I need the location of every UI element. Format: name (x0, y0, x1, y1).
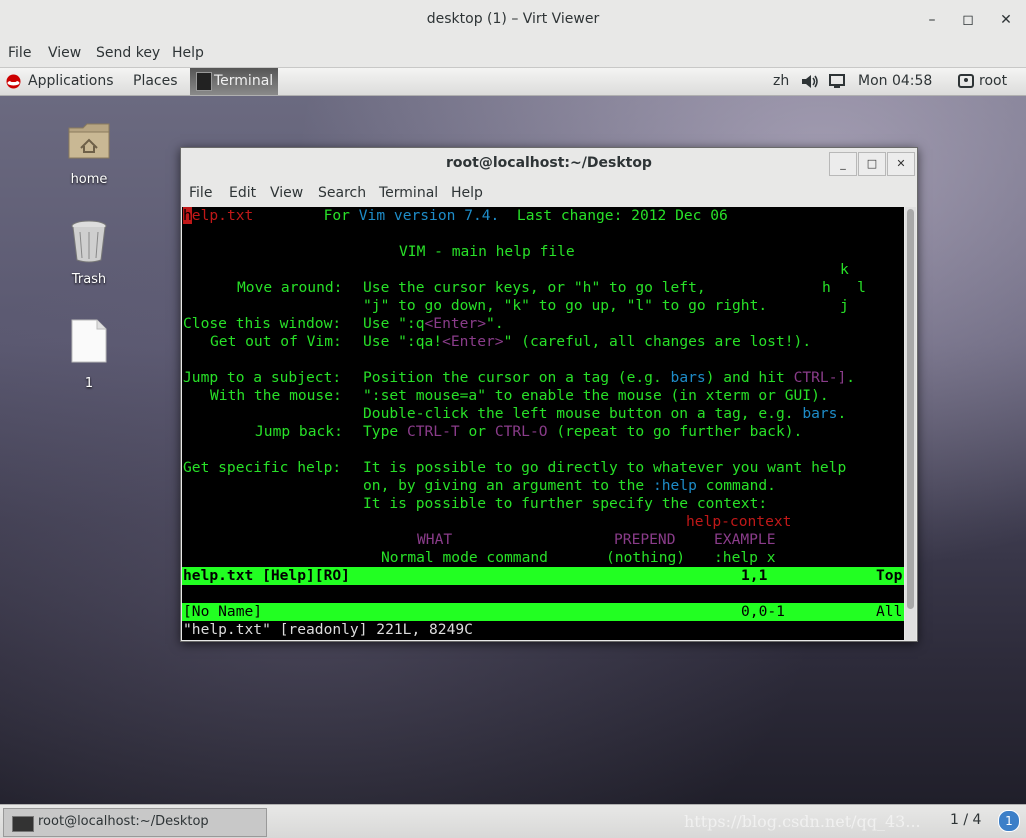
status-scroll: All (876, 603, 903, 620)
vim-line-12-text: Double-click the left mouse button on a … (363, 405, 847, 422)
volume-icon[interactable] (801, 74, 819, 89)
terminal-menu-help[interactable]: Help (451, 185, 483, 201)
vim-line-8-label: Get out of Vim: (210, 333, 342, 350)
vim-line-13-text: Type CTRL-T or CTRL-O (repeat to go furt… (363, 423, 803, 440)
desktop-icon-label: Trash (71, 272, 107, 287)
menu-send-key[interactable]: Send key (96, 45, 160, 61)
menu-help[interactable]: Help (172, 45, 204, 61)
virt-viewer-menubar: File View Send key Help (0, 40, 1026, 68)
minimize-button[interactable]: – (922, 10, 942, 30)
vim-line-8-text: Use ":qa!<Enter>" (careful, all changes … (363, 333, 812, 350)
vim-line-10-label: Jump to a subject: (183, 369, 342, 386)
terminal-menu-search[interactable]: Search (318, 185, 366, 201)
vim-line-3: VIM - main help file (399, 243, 575, 260)
notification-badge[interactable]: 1 (998, 810, 1020, 832)
terminal-icon (196, 72, 212, 91)
scrollbar-thumb[interactable] (907, 209, 914, 609)
file-icon (71, 319, 107, 363)
watermark-text: https://blog.csdn.net/qq_43... (684, 812, 921, 831)
vim-line-6-j: j (840, 297, 849, 314)
vim-line-5-hl: h l (822, 279, 866, 296)
redhat-logo-icon (6, 74, 21, 89)
terminal-icon (12, 816, 34, 832)
desktop-icon-home[interactable]: home (54, 118, 124, 187)
user-icon (958, 74, 974, 88)
vim-line-1: help.txt For Vim version 7.4. Last chang… (183, 207, 728, 224)
vim-header-what: WHAT (417, 531, 453, 548)
vim-line-15-text: It is possible to go directly to whateve… (363, 459, 847, 476)
desktop-icon-trash[interactable]: Trash (54, 218, 124, 287)
close-button[interactable]: ✕ (996, 10, 1016, 30)
vim-line-6-text: "j" to go down, "k" to go up, "l" to go … (363, 297, 768, 314)
network-icon[interactable] (829, 74, 847, 89)
menu-file[interactable]: File (8, 45, 31, 61)
home-folder-icon (68, 123, 110, 159)
terminal-menu-view[interactable]: View (270, 185, 303, 201)
desktop-icon-file[interactable]: 1 (54, 318, 124, 391)
terminal-maximize-button[interactable]: □ (858, 152, 886, 176)
vim-line-13-label: Jump back: (255, 423, 343, 440)
vim-status-line-help: help.txt [Help][RO] 1,1 Top (182, 567, 904, 585)
terminal-app-button[interactable]: Terminal (190, 68, 278, 95)
status-scroll: Top (876, 567, 903, 584)
terminal-app-label: Terminal (214, 73, 274, 89)
terminal-menu-edit[interactable]: Edit (229, 185, 256, 201)
terminal-close-button[interactable]: ✕ (887, 152, 915, 176)
vim-row-help: :help x (714, 549, 776, 566)
applications-menu[interactable]: Applications (28, 73, 114, 89)
user-menu[interactable]: root (979, 73, 1007, 89)
vim-line-16-text: on, by giving an argument to the :help c… (363, 477, 776, 494)
desktop-icon-label: home (70, 172, 108, 187)
terminal-screen[interactable]: help.txt For Vim version 7.4. Last chang… (182, 207, 904, 640)
terminal-menubar: File Edit View Search Terminal Help (181, 178, 917, 206)
status-file: help.txt [Help][RO] (183, 567, 350, 584)
terminal-minimize-button[interactable]: _ (829, 152, 857, 176)
bottom-taskbar: root@localhost:~/Desktop https://blog.cs… (0, 804, 1026, 838)
taskbar-window-item[interactable]: root@localhost:~/Desktop (3, 808, 267, 837)
tag-link-bars[interactable]: bars (671, 369, 706, 386)
vim-line-11-text: ":set mouse=a" to enable the mouse (in x… (363, 387, 829, 404)
vim-line-7-text: Use ":q<Enter>". (363, 315, 504, 332)
terminal-scrollbar[interactable] (905, 207, 916, 640)
status-file: [No Name] (183, 603, 263, 620)
terminal-menu-terminal[interactable]: Terminal (379, 185, 438, 201)
input-method-indicator[interactable]: zh (773, 73, 789, 89)
vim-cursor: h (183, 207, 192, 224)
vim-line-11-label: With the mouse: (210, 387, 342, 404)
terminal-menu-file[interactable]: File (189, 185, 212, 201)
vim-row-normal: Normal mode command (381, 549, 548, 566)
terminal-window: root@localhost:~/Desktop _ □ ✕ File Edit… (180, 147, 918, 642)
terminal-title: root@localhost:~/Desktop (446, 155, 652, 171)
vim-line-17-text: It is possible to further specify the co… (363, 495, 768, 512)
menu-view[interactable]: View (48, 45, 81, 61)
vim-line-7-label: Close this window: (183, 315, 342, 332)
status-pos: 0,0-1 (741, 603, 785, 620)
vim-line-5-label: Move around: (237, 279, 343, 296)
trash-icon (71, 220, 107, 263)
status-pos: 1,1 (741, 567, 768, 584)
desktop-icon-label: 1 (84, 376, 94, 391)
vim-message-line: "help.txt" [readonly] 221L, 8249C (183, 621, 473, 638)
vim-header-example: EXAMPLE (714, 531, 776, 548)
places-menu[interactable]: Places (133, 73, 178, 89)
vim-header-prepend: PREPEND (614, 531, 676, 548)
vim-row-nothing: (nothing) (606, 549, 686, 566)
vim-line-5-text: Use the cursor keys, or "h" to go left, (363, 279, 706, 296)
vim-line-15-label: Get specific help: (183, 459, 342, 476)
vim-status-line-noname: [No Name] 0,0-1 All (182, 603, 904, 621)
gnome-top-panel: Applications Places Terminal zh Mon 04:5… (0, 68, 1026, 96)
taskbar-window-label: root@localhost:~/Desktop (38, 814, 209, 829)
vim-line-4: k (840, 261, 849, 278)
clock[interactable]: Mon 04:58 (858, 73, 932, 89)
vim-line-10-text: Position the cursor on a tag (e.g. bars)… (363, 369, 856, 386)
tag-link-bars[interactable]: bars (802, 405, 837, 422)
maximize-button[interactable]: ◻ (958, 10, 978, 30)
virt-viewer-titlebar: desktop (1) – Virt Viewer – ◻ ✕ (0, 0, 1026, 41)
window-title: desktop (1) – Virt Viewer (426, 11, 600, 27)
workspace-indicator[interactable]: 1 / 4 (950, 812, 981, 828)
vim-line-18-context: help-context (686, 513, 792, 530)
